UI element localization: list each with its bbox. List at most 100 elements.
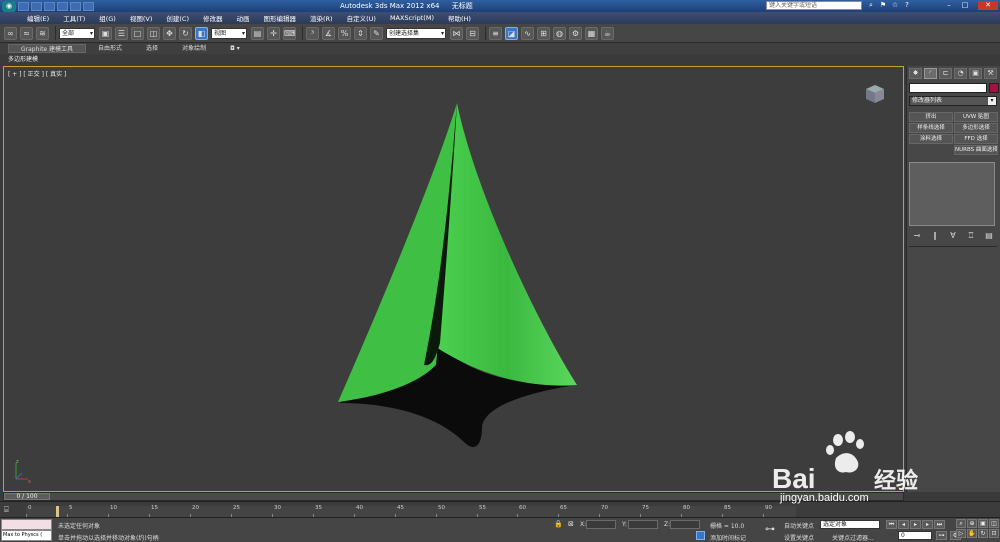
paint-select-button[interactable]: 涂料选择 (909, 134, 953, 144)
menu-create[interactable]: 创建(C) (159, 13, 196, 23)
maximize-viewport-icon[interactable]: ⊡ (989, 529, 999, 538)
edit-named-selection-icon[interactable]: ✎ (370, 26, 383, 40)
tab-freeform[interactable]: 自由形式 (86, 44, 134, 53)
timeline-track[interactable]: 0 5 10 15 20 25 30 35 40 45 50 55 60 65 70 75 80 85 90 (26, 505, 796, 517)
menu-modifiers[interactable]: 修改器 (196, 13, 230, 23)
render-production-icon[interactable]: ☕ (601, 26, 614, 40)
mirror-icon[interactable]: ⋈ (450, 26, 463, 40)
menu-tools[interactable]: 工具(T) (56, 13, 92, 23)
key-filters-button[interactable]: 关键点过滤器... (832, 533, 874, 542)
current-frame-field[interactable]: 0 (898, 531, 932, 540)
key-mode-icon[interactable]: ⊶ (936, 531, 947, 540)
absolute-mode-icon[interactable]: ⊠ (568, 520, 574, 528)
select-by-name-icon[interactable]: ☰ (115, 26, 128, 40)
curve-editor-icon[interactable]: ∿ (521, 26, 534, 40)
goto-start-icon[interactable]: ⏮ (886, 520, 897, 529)
extrude-button[interactable]: 挤出 (909, 112, 953, 122)
close-icon[interactable]: ✕ (978, 1, 998, 10)
graphite-toggle-icon[interactable]: ◪ (505, 26, 518, 40)
link-icon[interactable]: ∞ (4, 26, 17, 40)
maxscript-listener[interactable] (1, 519, 52, 530)
favorites-icon[interactable]: ☆ (890, 1, 900, 10)
align-icon[interactable]: ⊟ (466, 26, 479, 40)
window-crossing-icon[interactable]: ◫ (147, 26, 160, 40)
field-of-view-icon[interactable]: ▷ (956, 529, 966, 538)
orbit-icon[interactable]: ↻ (978, 529, 988, 538)
new-file-icon[interactable] (18, 1, 29, 11)
project-folder-icon[interactable] (83, 1, 94, 11)
selected-object-select[interactable]: 选定对象 (820, 520, 880, 529)
uvw-map-button[interactable]: UVW 贴图 (954, 112, 998, 122)
zoom-extents-all-icon[interactable]: ◫ (989, 519, 999, 528)
time-slider-thumb[interactable]: 0 / 100 (4, 493, 50, 500)
menu-graph-editors[interactable]: 图形编辑器 (257, 13, 304, 23)
green-cone-object[interactable] (324, 97, 584, 457)
save-file-icon[interactable] (44, 1, 55, 11)
object-color-swatch[interactable] (989, 83, 999, 93)
configure-sets-icon[interactable]: ▤ (983, 231, 995, 241)
angle-snap-icon[interactable]: ∡ (322, 26, 335, 40)
viewcube-icon[interactable] (864, 83, 886, 105)
select-scale-icon[interactable]: ◧ (195, 26, 208, 40)
add-time-tag-label[interactable]: 添加时间标记 (710, 533, 746, 542)
select-rotate-icon[interactable]: ↻ (179, 26, 192, 40)
menu-group[interactable]: 组(G) (92, 13, 123, 23)
subscription-icon[interactable]: ⚑ (878, 1, 888, 10)
auto-key-button[interactable]: 自动关键点 (784, 521, 814, 530)
tab-graphite-modeling[interactable]: Graphite 建模工具 (8, 44, 87, 53)
modify-tab-icon[interactable]: ◜ (924, 68, 937, 79)
help-icon[interactable]: ? (902, 1, 912, 10)
menu-maxscript[interactable]: MAXScript(M) (383, 14, 441, 22)
modifier-list-select[interactable]: 修改器列表 ▾ (909, 96, 997, 106)
remove-modifier-icon[interactable]: ♖ (965, 231, 977, 241)
key-icon[interactable]: ⊶ (765, 524, 775, 535)
next-frame-icon[interactable]: ▸ (922, 520, 933, 529)
percent-snap-icon[interactable]: % (338, 26, 351, 40)
unlink-icon[interactable]: ≈ (20, 26, 33, 40)
set-key-button[interactable]: 设置关键点 (784, 533, 814, 542)
make-unique-icon[interactable]: ∀ (947, 231, 959, 241)
schematic-view-icon[interactable]: ⊞ (537, 26, 550, 40)
spinner-snap-icon[interactable]: ⇕ (354, 26, 367, 40)
modifier-stack[interactable] (909, 162, 995, 226)
ribbon-options-icon[interactable]: ◘ ▾ (218, 44, 252, 53)
open-file-icon[interactable] (31, 1, 42, 11)
help-search-input[interactable]: 键入关键字或短语 (766, 1, 862, 10)
select-manipulate-icon[interactable]: ✛ (267, 26, 280, 40)
named-selection-select[interactable]: 创建选择集 (386, 27, 446, 39)
show-end-result-icon[interactable]: ∥ (929, 231, 941, 241)
menu-views[interactable]: 视图(V) (123, 13, 160, 23)
layer-manager-icon[interactable]: ≡ (489, 26, 502, 40)
pin-stack-icon[interactable]: ⊸ (911, 231, 923, 241)
rendered-frame-icon[interactable]: ▦ (585, 26, 598, 40)
create-tab-icon[interactable]: ✸ (909, 68, 922, 79)
binoculars-icon[interactable]: ⌕ (866, 1, 876, 10)
render-setup-icon[interactable]: ⚙ (569, 26, 582, 40)
select-move-icon[interactable]: ✥ (163, 26, 176, 40)
mini-curve-editor-icon[interactable]: ⌸ (4, 505, 18, 515)
zoom-all-icon[interactable]: ⊕ (967, 519, 977, 528)
object-name-field[interactable] (909, 83, 987, 93)
menu-animation[interactable]: 动画 (230, 13, 257, 23)
previous-frame-icon[interactable]: ◂ (898, 520, 909, 529)
rectangular-selection-icon[interactable]: □ (131, 26, 144, 40)
viewport-label[interactable]: [ + ] [ 正交 ] [ 真实 ] (8, 69, 66, 78)
display-tab-icon[interactable]: ▣ (969, 68, 982, 79)
zoom-extents-icon[interactable]: ▣ (978, 519, 988, 528)
menu-customize[interactable]: 自定义(U) (340, 13, 383, 23)
reference-coordinate-select[interactable]: 视图 (211, 27, 247, 39)
z-coordinate-field[interactable] (670, 520, 700, 529)
x-coordinate-field[interactable] (586, 520, 616, 529)
ffd-select-button[interactable]: FFD 选择 (954, 134, 998, 144)
maximize-icon[interactable]: □ (960, 1, 970, 10)
select-object-icon[interactable]: ▣ (99, 26, 112, 40)
play-icon[interactable]: ▸ (910, 520, 921, 529)
pan-icon[interactable]: ✋ (967, 529, 977, 538)
goto-end-icon[interactable]: ⏭ (934, 520, 945, 529)
zoom-icon[interactable]: ⌕ (956, 519, 966, 528)
undo-icon[interactable] (57, 1, 68, 11)
menu-rendering[interactable]: 渲染(R) (303, 13, 340, 23)
spline-select-button[interactable]: 样条线选择 (909, 123, 953, 133)
maxscript-mini-listener[interactable]: Max to Physcs ( (1, 530, 52, 541)
nurbs-select-button[interactable]: NURBS 曲面选择 (954, 145, 998, 155)
